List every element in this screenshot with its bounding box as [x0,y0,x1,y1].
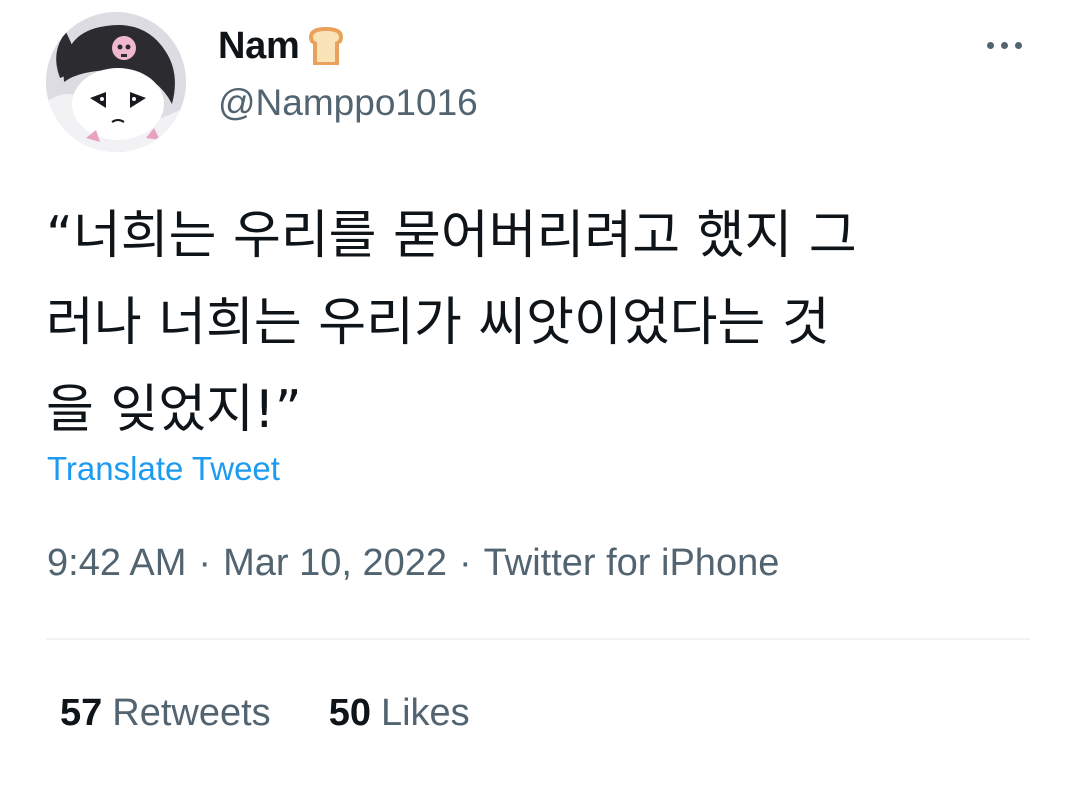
retweets-stat[interactable]: 57 Retweets [60,692,271,735]
tweet-text-line: 러나 너희는 우리가 씨앗이었다는 것 [46,293,830,353]
user-name-row: Nam [218,22,349,70]
more-dot-icon [1014,41,1022,49]
display-name[interactable]: Nam [218,25,300,68]
avatar-kuromi-icon [46,12,186,152]
tweet-source[interactable]: Twitter for iPhone [484,542,780,584]
divider [46,638,1030,640]
tweet-meta: 9:42 AM · Mar 10, 2022 · Twitter for iPhone [47,542,779,585]
more-options-button[interactable] [978,28,1030,62]
tweet-date[interactable]: Mar 10, 2022 [223,542,447,584]
tweet-text-line: “너희는 우리를 묻어버리려고 했지 그 [46,206,857,266]
bread-icon [309,27,344,65]
likes-label: Likes [380,692,470,734]
likes-count: 50 [328,692,371,734]
translate-tweet-link[interactable]: Translate Tweet [47,450,280,488]
avatar[interactable] [46,12,186,152]
tweet-stats: 57 Retweets 50 Likes [60,692,528,735]
more-dot-icon [986,41,994,49]
user-handle[interactable]: @Namppo1016 [218,82,478,124]
tweet-text-line: 을 잊었지!” [46,380,302,440]
meta-separator: · [459,542,472,584]
tweet-time[interactable]: 9:42 AM [47,542,186,584]
meta-separator: · [198,542,212,584]
likes-stat[interactable]: 50 Likes [329,692,470,735]
retweets-count: 57 [60,692,103,734]
tweet-text: “너희는 우리를 묻어버리려고 했지 그 러나 너희는 우리가 씨앗이었다는 것… [46,193,1046,454]
retweets-label: Retweets [112,692,271,734]
more-dot-icon [1000,41,1008,49]
